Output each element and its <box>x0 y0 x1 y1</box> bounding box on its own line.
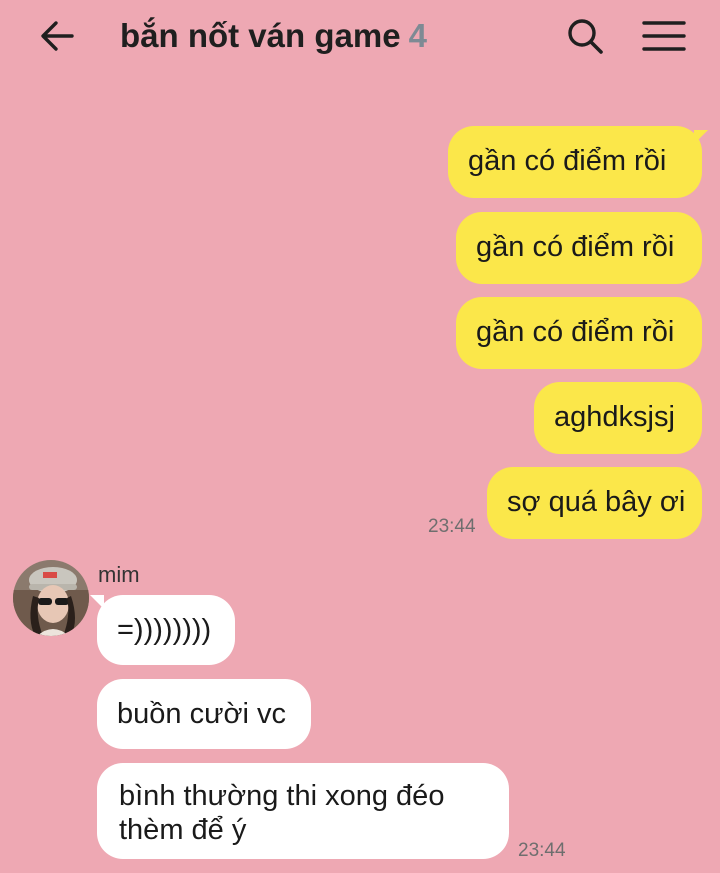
avatar[interactable] <box>13 560 89 636</box>
message-text: aghdksjsj <box>554 401 675 433</box>
user-avatar-photo <box>13 560 89 636</box>
search-icon <box>568 19 603 54</box>
outgoing-message[interactable]: sợ quá bây ơi <box>487 467 702 539</box>
back-button[interactable] <box>36 16 80 56</box>
message-timestamp: 23:44 <box>428 516 476 537</box>
bubble-tail <box>90 595 104 609</box>
message-text: =)))))))) <box>117 614 212 646</box>
chat-header: bắn nốt ván game 4 <box>0 0 720 76</box>
menu-button[interactable] <box>640 16 688 56</box>
message-text: gần có điểm rồi <box>468 145 667 177</box>
incoming-message[interactable]: bình thường thi xong đéo thèm để ý <box>97 763 509 859</box>
outgoing-message[interactable]: aghdksjsj <box>534 382 702 454</box>
message-timestamp: 23:44 <box>518 840 566 861</box>
message-text: gần có điểm rồi <box>476 231 675 263</box>
back-arrow-icon <box>41 21 74 51</box>
sender-name: mim <box>98 562 140 587</box>
message-text: buồn cười vc <box>117 698 287 730</box>
chat-title: bắn nốt ván game 4 <box>120 14 427 58</box>
member-count[interactable]: 4 <box>409 17 427 54</box>
message-text: bình thường thi xong đéo thèm để ý <box>119 780 445 846</box>
hamburger-menu-icon <box>642 21 686 51</box>
outgoing-message[interactable]: gần có điểm rồi <box>456 212 702 284</box>
bubble-tail <box>694 130 708 144</box>
chat-title-text: bắn nốt ván game <box>120 17 401 54</box>
message-text: gần có điểm rồi <box>476 316 675 348</box>
outgoing-message[interactable]: gần có điểm rồi <box>456 297 702 369</box>
message-text: sợ quá bây ơi <box>507 486 686 518</box>
incoming-message[interactable]: =)))))))) <box>97 595 235 665</box>
outgoing-message[interactable]: gần có điểm rồi <box>448 126 702 198</box>
incoming-message[interactable]: buồn cười vc <box>97 679 311 749</box>
search-button[interactable] <box>562 14 608 60</box>
